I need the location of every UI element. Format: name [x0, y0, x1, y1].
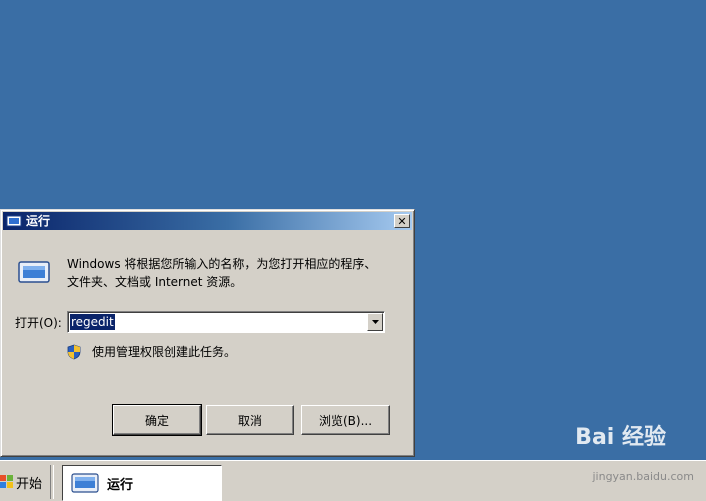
open-label: 打开(O): [15, 316, 62, 330]
taskbar-item-run[interactable]: 运行 [62, 465, 222, 501]
admin-note: 使用管理权限创建此任务。 [92, 345, 237, 359]
dialog-description: Windows 将根据您所输入的名称，为您打开相应的程序、 文件夹、文档或 In… [67, 255, 397, 291]
windows-start-icon [0, 475, 13, 488]
open-combobox[interactable]: regedit [67, 311, 385, 333]
watermark-url: jingyan.baidu.com [592, 470, 694, 483]
dialog-title: 运行 [26, 214, 51, 228]
close-icon: ✕ [397, 214, 407, 228]
close-button[interactable]: ✕ [394, 214, 410, 228]
dropdown-arrow-icon [371, 320, 379, 324]
shield-icon [67, 344, 81, 360]
dropdown-button[interactable] [367, 313, 383, 331]
baidu-watermark-logo: Bai 经验 [575, 425, 666, 450]
run-icon [18, 261, 50, 283]
run-icon [6, 214, 22, 228]
description-line-1: Windows 将根据您所输入的名称，为您打开相应的程序、 [67, 257, 377, 271]
title-bar[interactable]: 运行 ✕ [3, 212, 412, 230]
run-dialog: 运行 ✕ Windows 将根据您所输入的名称，为您打开相应的程序、 文件夹、文… [0, 209, 415, 457]
description-line-2: 文件夹、文档或 Internet 资源。 [67, 275, 243, 289]
run-icon [71, 473, 99, 493]
ok-button[interactable]: 确定 [112, 404, 202, 436]
browse-button[interactable]: 浏览(B)... [301, 405, 390, 435]
open-input[interactable]: regedit [70, 314, 115, 330]
taskbar-item-label: 运行 [107, 477, 134, 493]
start-label: 开始 [16, 476, 43, 492]
taskbar-separator [50, 465, 54, 499]
start-button[interactable]: 开始 [0, 467, 44, 497]
cancel-button[interactable]: 取消 [206, 405, 294, 435]
